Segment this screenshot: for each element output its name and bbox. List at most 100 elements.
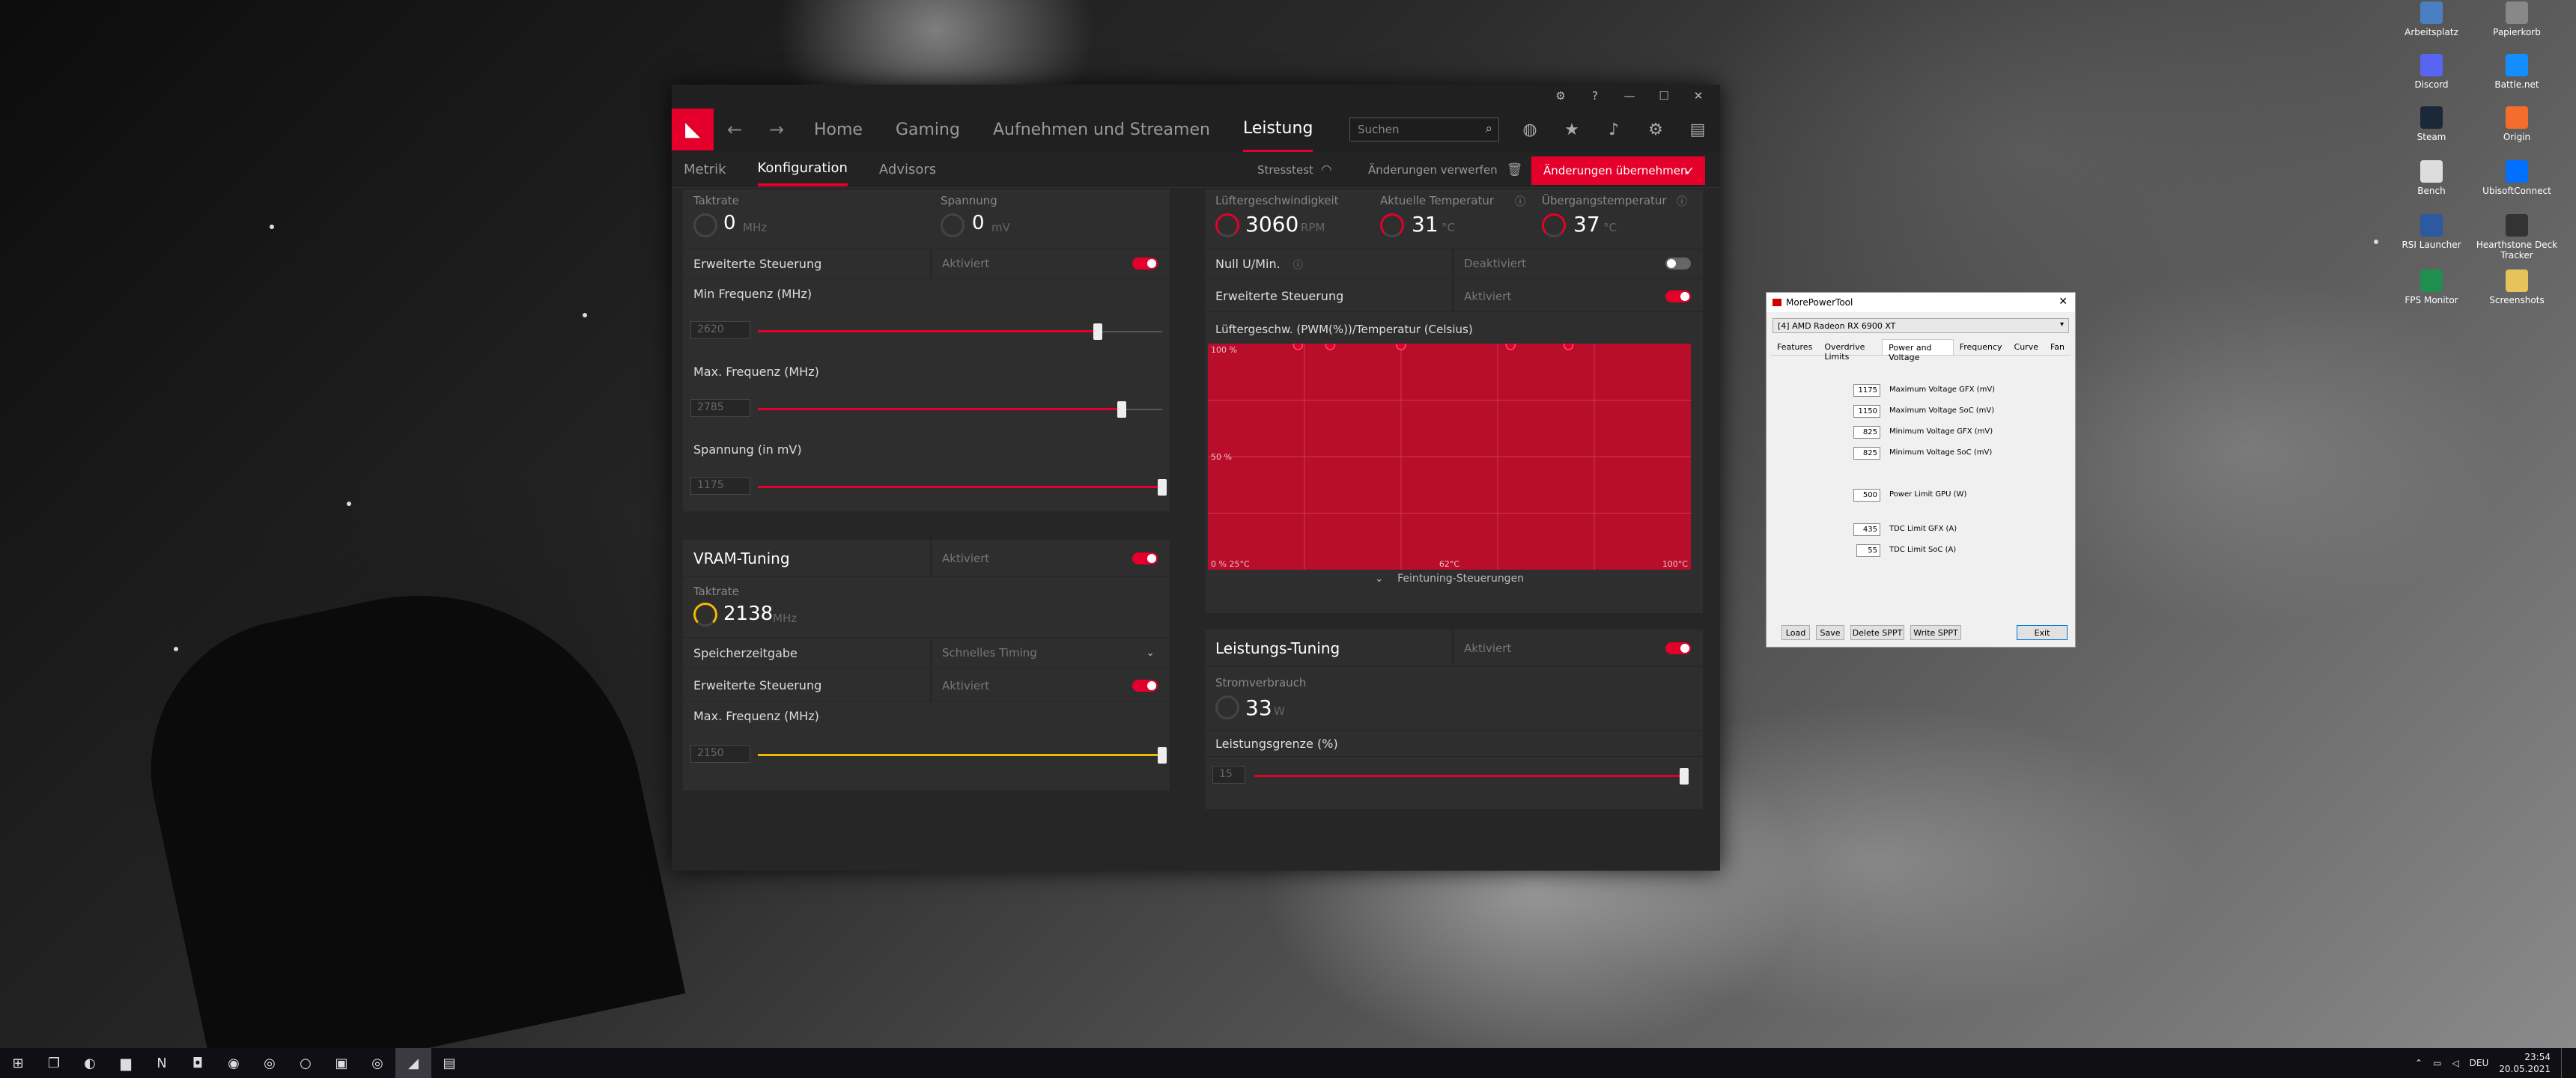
desktop-icon[interactable]: Papierkorb (2476, 1, 2558, 37)
mpt-icon[interactable]: ▤ (431, 1048, 467, 1078)
nav-gaming[interactable]: Gaming (896, 109, 960, 151)
search-input[interactable]: Suchen ⌕ (1349, 118, 1499, 141)
tab-configuration[interactable]: Konfiguration (757, 153, 848, 186)
min-freq-input[interactable]: 2620 (690, 321, 750, 339)
bell-icon[interactable]: ♪ (1602, 118, 1626, 141)
network-icon[interactable]: ▭ (2433, 1058, 2441, 1068)
explorer-icon[interactable]: ▆ (108, 1048, 144, 1078)
info-icon[interactable]: ⓘ (1293, 260, 1303, 271)
apply-changes-button[interactable]: Änderungen übernehmen ✓ (1531, 156, 1705, 185)
fan-curve-point[interactable] (1505, 344, 1516, 350)
fan-advanced-toggle[interactable] (1665, 290, 1691, 302)
search-icon[interactable]: ⌕ (1485, 121, 1492, 136)
close-button[interactable]: ✕ (2059, 296, 2068, 308)
bug-report-icon[interactable]: ⚙ (1543, 85, 1578, 107)
mpt-tab[interactable]: Curve (2008, 339, 2044, 355)
tray-language[interactable]: DEU (2470, 1058, 2489, 1068)
desktop-icon[interactable]: Origin (2476, 106, 2558, 142)
help-icon[interactable]: ⓘ (1515, 194, 1525, 209)
forward-arrow-icon[interactable]: → (756, 119, 798, 140)
globe-icon[interactable]: ◍ (1518, 118, 1542, 141)
twitch-icon[interactable]: ◘ (180, 1048, 216, 1078)
chrome-icon[interactable]: ◎ (359, 1048, 395, 1078)
mpt-tab[interactable]: Frequency (1954, 339, 2008, 355)
amd-icon[interactable]: ◢ (395, 1048, 431, 1078)
volume-icon[interactable]: ◁ (2452, 1058, 2458, 1068)
amd-logo-icon[interactable]: ◣ (672, 109, 714, 150)
mpt-field-input[interactable]: 1175 (1853, 384, 1880, 397)
show-desktop-button[interactable] (2561, 1048, 2569, 1078)
maximize-button[interactable]: ☐ (1647, 85, 1681, 107)
device-select[interactable]: [4] AMD Radeon RX 6900 XT ▾ (1772, 318, 2069, 333)
edge-icon[interactable]: ◐ (72, 1048, 108, 1078)
netflix-icon[interactable]: N (144, 1048, 180, 1078)
mpt-field-input[interactable]: 825 (1853, 447, 1880, 460)
tab-metrics[interactable]: Metrik (684, 154, 726, 185)
nav-performance[interactable]: Leistung (1242, 107, 1313, 153)
fan-curve-point[interactable] (1292, 344, 1304, 350)
nav-home[interactable]: Home (814, 109, 863, 151)
sidebar-icon[interactable]: ▤ (1686, 118, 1710, 141)
stresstest-button[interactable]: Stresstest ◠ (1257, 152, 1332, 188)
close-button[interactable]: ✕ (1681, 85, 1716, 107)
minimize-button[interactable]: — (1612, 85, 1647, 107)
desktop-icon[interactable]: Bench (2390, 160, 2473, 196)
slider-thumb[interactable] (1680, 768, 1689, 785)
gear-icon[interactable]: ⚙ (1644, 118, 1668, 141)
chrome-icon[interactable]: ◎ (252, 1048, 288, 1078)
fine-tuning-toggle[interactable]: ⌄ Feintuning-Steuerungen (1208, 573, 1691, 585)
fan-curve-point[interactable] (1396, 344, 1406, 350)
desktop-icon[interactable]: Steam (2390, 106, 2473, 142)
slider-thumb[interactable] (1117, 401, 1126, 418)
mpt-tab[interactable]: Features (1771, 339, 1818, 355)
desktop-icon[interactable]: Screenshots (2476, 270, 2558, 305)
clock[interactable]: 23:54 20.05.2021 (2499, 1051, 2551, 1075)
origin-icon[interactable]: ○ (288, 1048, 323, 1078)
mpt-field-input[interactable]: 1150 (1853, 405, 1880, 418)
mpt-field-input[interactable]: 500 (1853, 489, 1880, 502)
mpt-tab[interactable]: Power and Voltage (1882, 339, 1954, 362)
task-view-icon[interactable]: ❐ (36, 1048, 72, 1078)
desktop-icon[interactable]: Arbeitsplatz (2390, 1, 2473, 37)
fan-curve-point[interactable] (1325, 344, 1336, 350)
messaging-icon[interactable]: ▣ (323, 1048, 359, 1078)
nav-record-stream[interactable]: Aufnehmen und Streamen (993, 109, 1210, 151)
fan-curve-point[interactable] (1563, 344, 1574, 350)
mpt-field-input[interactable]: 825 (1853, 426, 1880, 439)
mpt-field-input[interactable]: 55 (1856, 544, 1880, 557)
load-button[interactable]: Load (1781, 625, 1810, 640)
power-limit-input[interactable]: 15 (1212, 766, 1245, 784)
zero-rpm-toggle[interactable] (1665, 258, 1691, 270)
tab-advisors[interactable]: Advisors (879, 154, 936, 185)
tray-chevron-icon[interactable]: ⌃ (2415, 1058, 2422, 1068)
help-icon[interactable]: ⓘ (1677, 194, 1687, 209)
delete-sppt-button[interactable]: Delete SPPT (1850, 625, 1904, 640)
slider-thumb[interactable] (1158, 479, 1167, 496)
windows-start-icon[interactable]: ⊞ (0, 1048, 36, 1078)
write-sppt-button[interactable]: Write SPPT (1910, 625, 1961, 640)
memory-timing-select[interactable]: Schnelles Timing (930, 638, 1170, 668)
exit-button[interactable]: Exit (2017, 625, 2068, 640)
desktop-icon[interactable]: UbisoftConnect (2476, 160, 2558, 196)
mpt-tab[interactable]: Fan (2044, 339, 2071, 355)
gpu-advanced-toggle[interactable] (1132, 258, 1158, 270)
mpt-tab[interactable]: Overdrive Limits (1818, 339, 1882, 362)
voltage-input[interactable]: 1175 (690, 477, 750, 495)
desktop-icon[interactable]: Hearthstone Deck Tracker (2476, 214, 2558, 261)
max-freq-input[interactable]: 2785 (690, 399, 750, 417)
discard-changes-button[interactable]: Änderungen verwerfen 🗑 (1368, 152, 1522, 188)
slider-thumb[interactable] (1093, 323, 1102, 340)
help-icon[interactable]: ? (1578, 85, 1612, 107)
slider-thumb[interactable] (1158, 747, 1167, 764)
vram-toggle[interactable] (1132, 552, 1158, 564)
mpt-field-input[interactable]: 435 (1853, 523, 1880, 536)
fan-curve-chart[interactable]: 100 % 50 % 0 % 25°C 62°C 100°C (1208, 344, 1691, 570)
chevron-down-icon[interactable]: ⌄ (1146, 647, 1155, 659)
save-button[interactable]: Save (1816, 625, 1844, 640)
vram-advanced-toggle[interactable] (1132, 679, 1158, 692)
star-icon[interactable]: ★ (1560, 118, 1584, 141)
desktop-icon[interactable]: RSI Launcher (2390, 214, 2473, 250)
desktop-icon[interactable]: FPS Monitor (2390, 270, 2473, 305)
power-toggle[interactable] (1665, 642, 1691, 654)
back-arrow-icon[interactable]: ← (714, 119, 756, 140)
